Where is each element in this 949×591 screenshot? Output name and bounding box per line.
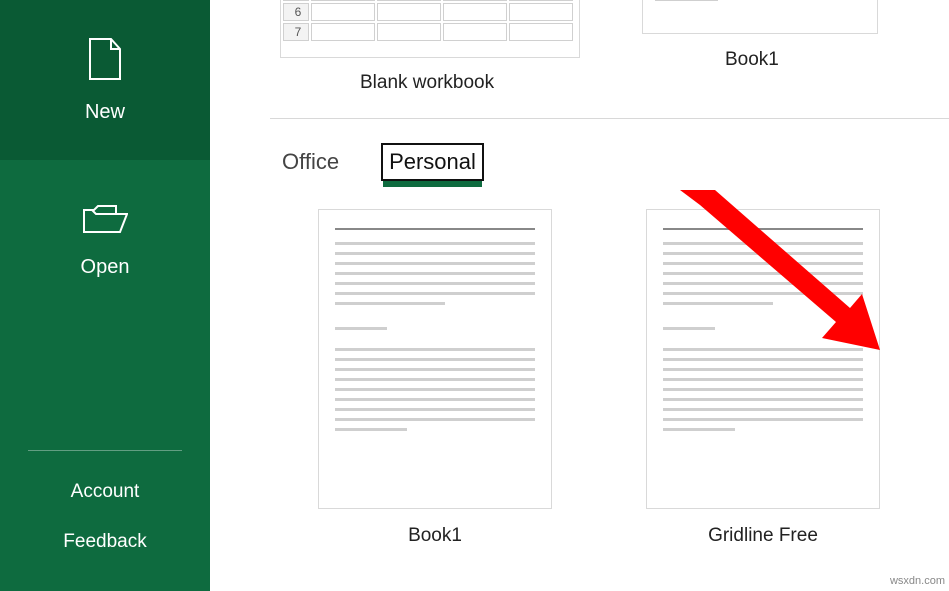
sidebar-item-open[interactable]: Open	[0, 160, 210, 320]
sidebar-link-account[interactable]: Account	[0, 467, 210, 517]
watermark: wsxdn.com	[890, 575, 945, 587]
sidebar: New Open Account Feedback	[0, 0, 210, 591]
template-label: Blank workbook	[360, 72, 494, 94]
worksheet-preview: 6 7	[281, 0, 575, 43]
section-divider	[270, 118, 949, 119]
tab-office[interactable]: Office	[276, 145, 345, 179]
personal-templates-row: Book1 Gridline Free	[318, 209, 949, 547]
template-book1-top[interactable]	[642, 0, 878, 34]
template-gridline-free[interactable]: Gridline Free	[646, 209, 880, 547]
sidebar-link-feedback[interactable]: Feedback	[0, 517, 210, 567]
template-book1[interactable]: Book1	[318, 209, 552, 547]
template-label: Book1	[408, 525, 462, 547]
folder-open-icon	[82, 202, 128, 242]
top-templates-row: 6 7 Blank workbook Book1	[210, 0, 949, 118]
template-blank-workbook[interactable]: 6 7	[280, 0, 580, 58]
template-tabs: Office Personal	[276, 143, 949, 181]
template-thumbnail	[318, 209, 552, 509]
sidebar-item-label: New	[85, 101, 125, 124]
sidebar-divider	[28, 450, 182, 451]
template-thumbnail	[646, 209, 880, 509]
template-label: Gridline Free	[708, 525, 818, 547]
file-new-icon	[87, 37, 123, 87]
sidebar-item-new[interactable]: New	[0, 0, 210, 160]
tab-personal[interactable]: Personal	[381, 143, 484, 181]
template-label: Book1	[725, 49, 779, 71]
sidebar-item-label: Open	[81, 256, 130, 279]
main-content: 6 7 Blank workbook Book1 Office Personal	[210, 0, 949, 591]
